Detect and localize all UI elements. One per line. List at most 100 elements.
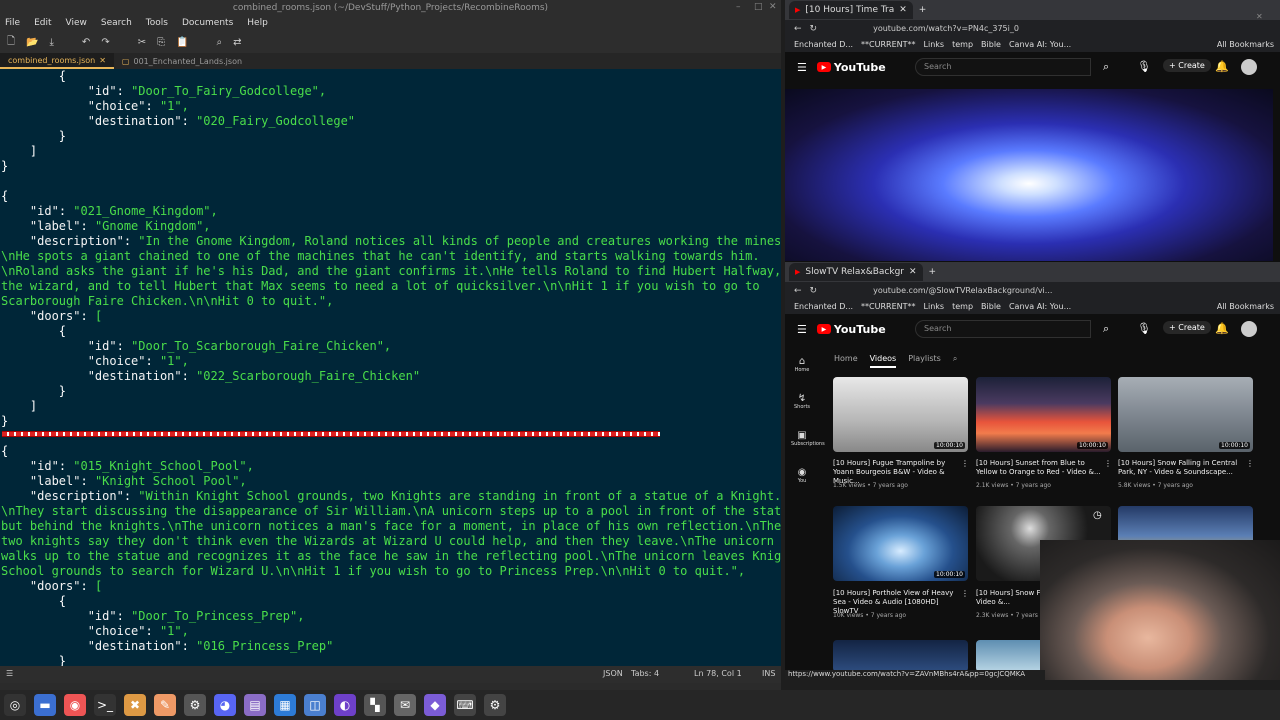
video-thumbnail[interactable]: 10:00:10 — [976, 377, 1111, 452]
menu-help[interactable]: Help — [247, 16, 268, 31]
replace-icon[interactable]: ⇄ — [233, 37, 241, 48]
tab-close-icon[interactable]: ✕ — [909, 267, 917, 277]
video-thumbnail[interactable] — [833, 640, 968, 672]
tab-combined-rooms[interactable]: combined_rooms.json ✕ — [0, 53, 114, 69]
language-select[interactable]: JSON — [603, 669, 623, 678]
screenshot-icon[interactable]: ◫ — [304, 694, 326, 716]
tab-enchanted-lands[interactable]: ▢ 001_Enchanted_Lands.json — [114, 53, 250, 69]
menu-edit[interactable]: Edit — [34, 16, 51, 31]
sidebar-item-home[interactable]: ⌂ Home — [791, 356, 813, 393]
menu-icon[interactable]: ☰ — [797, 323, 807, 336]
bookmark-item[interactable]: Canva AI: You... — [1009, 302, 1071, 311]
menu-view[interactable]: View — [66, 16, 87, 31]
mic-icon[interactable]: 🎙 — [1137, 60, 1151, 73]
menu-icon[interactable]: ☰ — [797, 61, 807, 74]
code-area[interactable]: { "id": "Door_To_Fairy_Godcollege", "cho… — [0, 69, 781, 666]
browser-icon[interactable]: ◉ — [64, 694, 86, 716]
vscode-icon[interactable]: ◆ — [424, 694, 446, 716]
undo-icon[interactable]: ↶ — [82, 37, 90, 48]
files-icon[interactable]: ▬ — [34, 694, 56, 716]
search-icon[interactable]: ⌕ — [217, 37, 223, 48]
sidebar-item-you[interactable]: ◉ You — [791, 467, 813, 504]
reload-icon[interactable]: ↻ — [810, 24, 818, 34]
tab-width-select[interactable]: Tabs: 4 — [631, 669, 659, 678]
tab-close-icon[interactable]: ✕ — [899, 5, 907, 15]
mail-icon[interactable]: ✉ — [394, 694, 416, 716]
app-grid-icon[interactable]: ▚ — [364, 694, 386, 716]
back-icon[interactable]: ← — [794, 24, 802, 34]
youtube-logo[interactable]: ▶ YouTube — [816, 61, 886, 74]
bookmark-item[interactable]: **CURRENT** — [861, 302, 915, 311]
tab-close-icon[interactable]: ✕ — [99, 56, 106, 65]
more-options-icon[interactable]: ⋮ — [961, 589, 969, 598]
video-player[interactable] — [785, 89, 1273, 261]
bookmark-item[interactable]: temp — [952, 40, 973, 49]
new-tab-icon[interactable]: + — [919, 5, 927, 15]
avatar[interactable] — [1241, 321, 1257, 337]
notes-icon[interactable]: ▤ — [244, 694, 266, 716]
video-title[interactable]: [10 Hours] Snow Falling in Central Park,… — [1118, 459, 1248, 477]
close-icon[interactable]: ✕ — [1256, 12, 1263, 21]
settings-icon[interactable]: ⚙ — [184, 694, 206, 716]
bookmark-item[interactable]: Links — [924, 302, 945, 311]
video-thumbnail[interactable]: 10:00:10 — [833, 506, 968, 581]
video-thumbnail[interactable]: 10:00:10 — [1118, 377, 1253, 452]
url-field[interactable]: youtube.com/watch?v=PN4c_375i_0 — [873, 24, 1019, 33]
save-icon[interactable]: ⤓ — [50, 37, 54, 48]
back-icon[interactable]: ← — [794, 286, 802, 296]
sidebar-toggle-icon[interactable]: ☰ — [6, 669, 13, 678]
bookmark-item[interactable]: Bible — [981, 302, 1001, 311]
bookmark-item[interactable]: Links — [924, 40, 945, 49]
avatar[interactable] — [1241, 59, 1257, 75]
sidebar-item-shorts[interactable]: ↯ Shorts — [791, 393, 813, 430]
search-icon[interactable]: ⌕ — [1103, 322, 1109, 336]
menu-search[interactable]: Search — [101, 16, 132, 31]
editor-icon[interactable]: ✎ — [154, 694, 176, 716]
create-button[interactable]: + Create — [1163, 59, 1211, 72]
sidebar-item-subscriptions[interactable]: ▣ Subscriptions — [791, 430, 825, 467]
github-icon[interactable]: ◐ — [334, 694, 356, 716]
copy-icon[interactable]: ⎘ — [157, 37, 165, 48]
game-icon[interactable]: ✖ — [124, 694, 146, 716]
tab-playlists[interactable]: Playlists — [908, 354, 941, 368]
browser-tab[interactable]: ▶ SlowTV Relax&Backgr ✕ — [789, 263, 923, 281]
bookmark-item[interactable]: temp — [952, 302, 973, 311]
terminal-icon[interactable]: >_ — [94, 694, 116, 716]
search-icon[interactable]: ⌕ — [953, 354, 957, 368]
bookmark-item[interactable]: Canva AI: You... — [1009, 40, 1071, 49]
minimize-icon[interactable]: – — [736, 2, 741, 12]
document-icon[interactable]: ▦ — [274, 694, 296, 716]
mic-icon[interactable]: 🎙 — [1137, 322, 1151, 335]
redo-icon[interactable]: ↷ — [101, 37, 109, 48]
video-title[interactable]: [10 Hours] Sunset from Blue to Yellow to… — [976, 459, 1106, 477]
bookmark-item[interactable]: Enchanted D... — [794, 302, 853, 311]
new-tab-icon[interactable]: + — [929, 267, 937, 277]
bookmark-item[interactable]: Bible — [981, 40, 1001, 49]
gamepad-icon[interactable]: ⌨ — [454, 694, 476, 716]
bookmark-item[interactable]: **CURRENT** — [861, 40, 915, 49]
more-options-icon[interactable]: ⋮ — [1104, 459, 1112, 468]
search-input[interactable]: Search — [915, 320, 1091, 338]
video-thumbnail[interactable]: 10:00:10 — [833, 377, 968, 452]
bell-icon[interactable]: 🔔 — [1215, 60, 1229, 73]
bookmark-item[interactable]: Enchanted D... — [794, 40, 853, 49]
menu-documents[interactable]: Documents — [182, 16, 233, 31]
open-file-icon[interactable]: 📂 — [26, 37, 38, 48]
more-options-icon[interactable]: ⋮ — [1246, 459, 1254, 468]
cut-icon[interactable]: ✂ — [138, 37, 146, 48]
watch-later-icon[interactable]: ◷ — [1093, 510, 1102, 521]
new-file-icon[interactable]: 🗋 — [7, 34, 15, 51]
bell-icon[interactable]: 🔔 — [1215, 322, 1229, 335]
all-bookmarks[interactable]: All Bookmarks — [1217, 302, 1280, 311]
paste-icon[interactable]: 📋 — [176, 37, 188, 48]
create-button[interactable]: + Create — [1163, 321, 1211, 334]
gear-icon[interactable]: ⚙ — [484, 694, 506, 716]
browser-tab[interactable]: ▶ [10 Hours] Time Tra ✕ — [789, 1, 913, 19]
all-bookmarks[interactable]: All Bookmarks — [1217, 40, 1280, 49]
more-options-icon[interactable]: ⋮ — [961, 459, 969, 468]
maximize-icon[interactable]: □ — [754, 2, 763, 12]
close-icon[interactable]: ✕ — [769, 2, 777, 12]
discord-icon[interactable]: ◕ — [214, 694, 236, 716]
menu-tools[interactable]: Tools — [146, 16, 168, 31]
tab-videos[interactable]: Videos — [869, 354, 897, 368]
